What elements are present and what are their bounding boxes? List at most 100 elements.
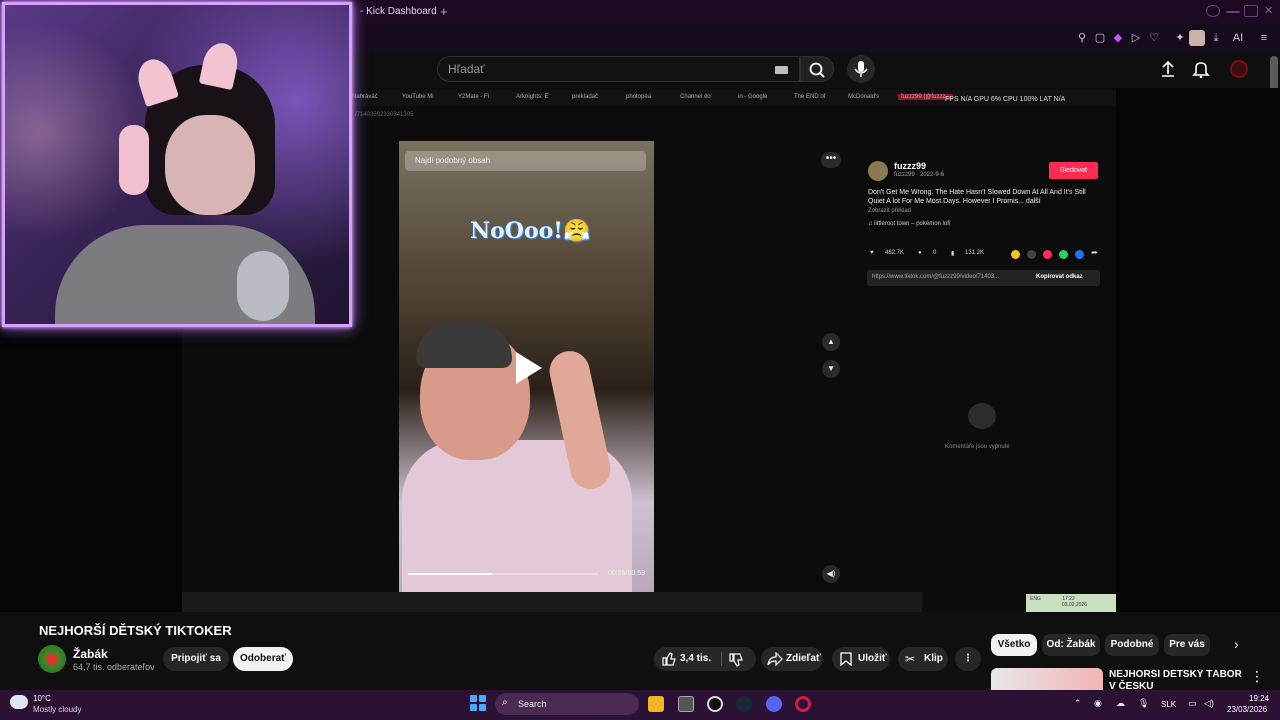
bookmark: Nahráváč [352, 94, 378, 100]
send-icon [1043, 250, 1052, 259]
bookmark: McDonald's [848, 94, 880, 100]
shield-extension-icon[interactable]: ◆ [1111, 31, 1125, 45]
volume-icon[interactable]: ◁) [1204, 698, 1214, 709]
search-icon: ⌕ [502, 697, 508, 708]
taskbar-search-label: Search [518, 699, 547, 709]
chip-related[interactable]: Podobné [1105, 634, 1159, 656]
save-button[interactable]: Uložiť [832, 647, 890, 671]
play-extension-icon[interactable]: ▷ [1129, 31, 1143, 45]
notifications-bell-icon[interactable] [1192, 60, 1210, 83]
bookmark: YouTube Mi [402, 94, 434, 100]
heart-icon[interactable]: ♡ [1147, 31, 1161, 45]
windows-taskbar [0, 690, 1280, 720]
recommended-thumbnail[interactable] [991, 668, 1103, 690]
bookmark: in - Google [738, 94, 768, 100]
voice-search-button[interactable] [847, 55, 875, 83]
crop-icon[interactable]: ▢ [1093, 31, 1107, 45]
channel-avatar[interactable] [38, 645, 66, 673]
webcam-microphone [237, 251, 289, 321]
tiktok-caption: NoOoo!😤 [470, 218, 591, 244]
thumbs-up-icon [662, 652, 676, 666]
stream-thumbnails-strip [182, 592, 922, 612]
tiktok-link: https://www.tiktok.com/@fuzzz99/video/71… [872, 274, 1000, 280]
discord-icon[interactable] [766, 696, 782, 712]
microphone-icon [854, 61, 868, 77]
upload-icon[interactable] [1160, 60, 1176, 83]
cloud-icon[interactable] [10, 695, 28, 709]
tray-cloud-icon[interactable]: ☁ [1116, 698, 1125, 709]
opera-gx-icon[interactable] [795, 696, 811, 712]
new-tab-button[interactable]: + [440, 4, 448, 19]
tiktok-progress-fill [408, 573, 492, 575]
tab-kick-dashboard[interactable]: - Kick Dashboard [360, 6, 437, 17]
search-input[interactable] [437, 56, 800, 82]
join-button[interactable]: Pripojiť sa [163, 647, 229, 671]
tiktok-comments: 0 [933, 250, 937, 256]
menu-icon[interactable]: ≡ [1257, 31, 1271, 45]
tray-app-icon[interactable]: ◉ [1094, 698, 1102, 709]
thumbs-down-icon [729, 653, 743, 667]
maximize-button[interactable] [1244, 5, 1258, 17]
store-icon[interactable] [678, 696, 694, 712]
search-placeholder: Hľadať [448, 62, 485, 76]
clock-time[interactable]: 19:24 [1249, 694, 1269, 703]
weather-temperature[interactable]: 10°C [33, 694, 51, 703]
tiktok-saves: 131.2K [965, 250, 985, 256]
clip-label: Klip [924, 653, 943, 664]
save-label: Uložiť [858, 653, 887, 664]
bookmark: prekladač [572, 94, 599, 100]
clip-button[interactable]: ✂ Klip [898, 647, 948, 671]
tiktok-follow-button: Sledovat [1049, 162, 1098, 179]
scissors-icon: ✂ [905, 652, 916, 666]
minimize-button[interactable] [1226, 11, 1240, 13]
steam-icon[interactable] [736, 696, 752, 712]
bookmark: Y2Mate - Fi [458, 94, 490, 100]
save-bookmark-icon [840, 652, 852, 666]
download-icon[interactable]: ⤓ [1209, 31, 1223, 45]
network-icon[interactable]: ▭ [1188, 698, 1197, 709]
file-explorer-icon[interactable] [648, 696, 664, 712]
like-dislike-group[interactable]: 3,4 tis. [654, 647, 756, 671]
performance-stats: FPS N/A GPU 6% CPU 100% LAT N/A [945, 96, 1066, 103]
forward-icon: ➦ [1091, 248, 1098, 257]
subscribe-button[interactable]: Odoberať [233, 647, 293, 671]
comment-icon: ● [918, 250, 922, 256]
pin-icon[interactable]: ⚲ [1075, 31, 1089, 45]
chip-for-you[interactable]: Pre vás [1164, 634, 1210, 656]
ai-button[interactable]: AI [1227, 31, 1249, 45]
weather-description[interactable]: Mostly cloudy [33, 705, 81, 714]
input-language[interactable]: SLK [1161, 700, 1176, 709]
extensions-icon[interactable]: ✦ [1173, 31, 1187, 45]
recommended-title[interactable]: NEJHORŠÍ DĚTSKÝ TÁBOR V ČESKU [1109, 669, 1249, 689]
divider [721, 652, 722, 666]
channel-name[interactable]: Žabák [73, 647, 108, 661]
account-avatar[interactable] [1230, 60, 1248, 78]
more-actions-button[interactable]: ⋮ [955, 647, 981, 671]
clock-date[interactable]: 23/03/2026 [1227, 705, 1267, 714]
webcam-overlay [2, 2, 352, 327]
tiktok-search-label: Najdi podobný obsah [415, 156, 491, 165]
recommended-menu-icon[interactable]: ⋮ [1250, 668, 1264, 685]
chevron-right-icon[interactable]: › [1234, 636, 1239, 652]
profile-avatar[interactable] [1189, 30, 1205, 46]
tray-mic-icon[interactable]: 🎙 [1138, 698, 1149, 709]
subscriber-count: 64,7 tis. odberateľov [73, 662, 155, 672]
tiktok-likes: 482.7K [885, 250, 905, 256]
bookmark: photopea [626, 94, 652, 100]
tiktok-avatar [868, 161, 888, 181]
tiktok-subline: fuzzz99 · 2022-9-6 [894, 172, 945, 178]
tray-chevron-up-icon[interactable]: ⌃ [1074, 698, 1082, 709]
search-tabs-icon[interactable] [1206, 5, 1220, 17]
search-button[interactable] [800, 56, 834, 82]
obs-icon[interactable] [707, 696, 723, 712]
windows-start-icon[interactable] [470, 695, 486, 711]
chip-all[interactable]: Všetko [991, 634, 1037, 656]
inner-url: /71403592330341305 [355, 112, 414, 118]
share-button[interactable]: Zdieľať [761, 647, 823, 671]
bookmark: Channel do [680, 94, 711, 100]
chip-from-channel[interactable]: Od: Žabák [1042, 634, 1100, 656]
video-person-cap [416, 322, 512, 368]
close-window-button[interactable]: ✕ [1264, 4, 1273, 17]
taskbar-search[interactable] [495, 693, 639, 715]
keyboard-icon[interactable] [775, 66, 788, 74]
